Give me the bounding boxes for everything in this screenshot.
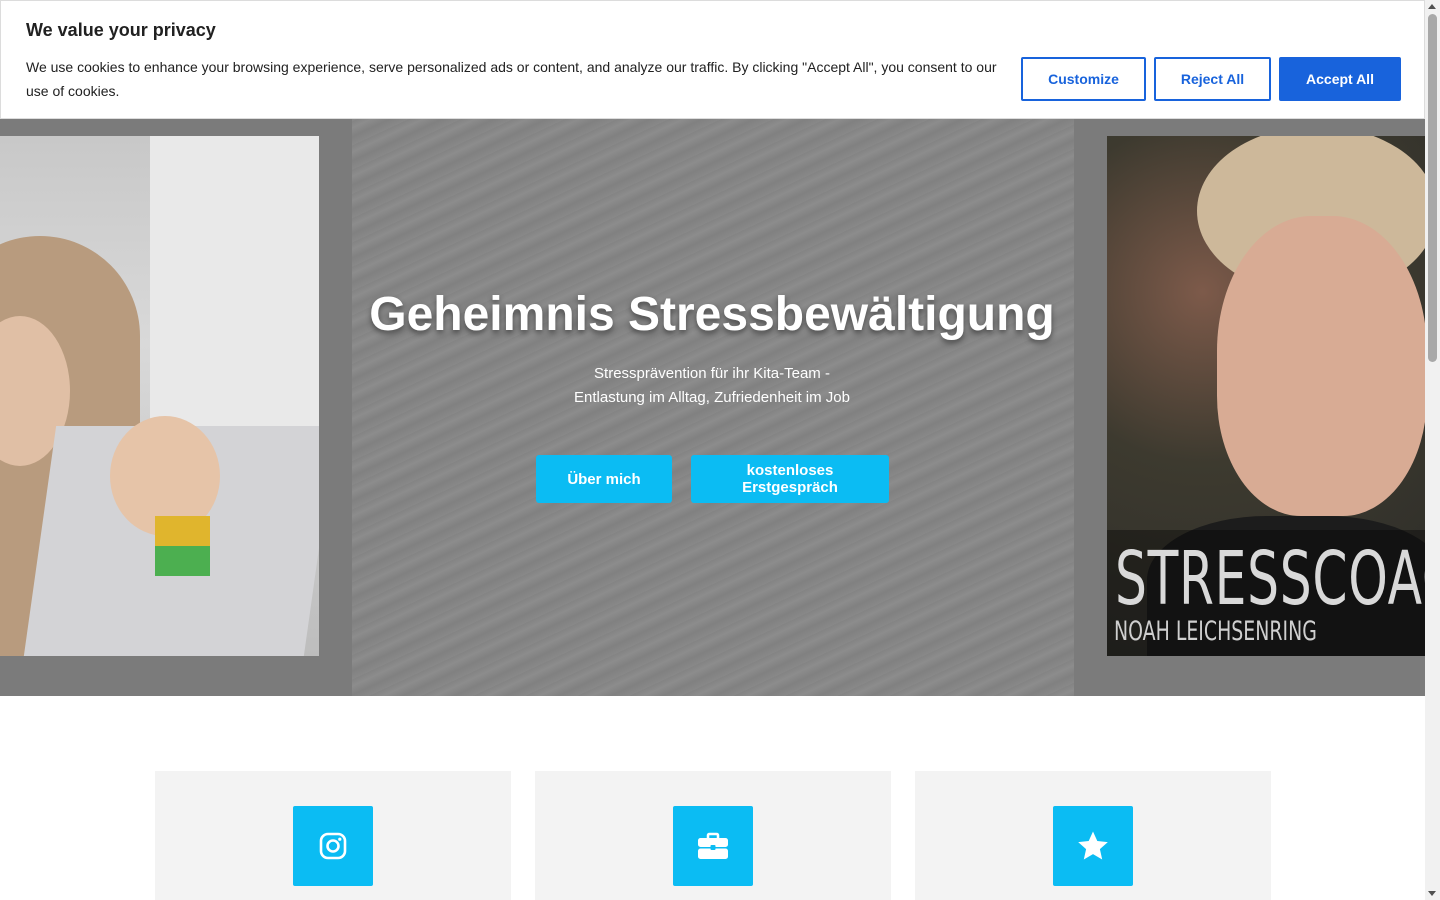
cookie-consent-banner: We value your privacy We use cookies to …: [0, 0, 1425, 119]
feature-card-star: [915, 771, 1271, 900]
hero-subtitle-line2: Entlastung im Alltag, Zufriedenheit im J…: [574, 389, 850, 406]
hero-title: Geheimnis Stressbewältigung: [369, 288, 1055, 341]
image-title-text: STRESSCOACH: [1115, 536, 1425, 622]
hero-image-coach-portrait: STRESSCOACH NOAH LEICHSENRING: [1107, 136, 1425, 656]
about-me-button[interactable]: Über mich: [536, 455, 672, 503]
feature-card-briefcase: [535, 771, 891, 900]
cookie-banner-text: We use cookies to enhance your browsing …: [26, 59, 997, 99]
briefcase-icon[interactable]: [673, 806, 753, 886]
cookie-banner-title: We value your privacy: [26, 20, 216, 40]
feature-card-instagram: [155, 771, 511, 900]
free-consultation-button[interactable]: kostenloses Erstgespräch: [691, 455, 889, 503]
image-face: [1217, 216, 1425, 516]
instagram-icon[interactable]: [293, 806, 373, 886]
hero-buttons: Über mich kostenloses Erstgespräch: [536, 455, 889, 503]
image-name-text: NOAH LEICHSENRING: [1114, 616, 1317, 647]
hero-subtitle-line1: Stressprävention für ihr Kita-Team -: [594, 365, 830, 382]
image-window: [150, 136, 319, 456]
vertical-scrollbar[interactable]: [1425, 0, 1440, 900]
hero-content: Geheimnis Stressbewältigung Stresspräven…: [312, 280, 1112, 503]
hero-subtitle: Stressprävention für ihr Kita-Team - Ent…: [312, 362, 1112, 410]
customize-button[interactable]: Customize: [1021, 57, 1146, 101]
accept-all-button[interactable]: Accept All: [1279, 57, 1401, 101]
image-toy-blocks: [155, 516, 210, 576]
hero-image-woman-child: [0, 136, 319, 656]
scroll-down-arrow-icon[interactable]: [1428, 891, 1436, 896]
scroll-up-arrow-icon[interactable]: [1428, 4, 1436, 9]
page: STRESSCOACH NOAH LEICHSENRING Geheimnis …: [0, 0, 1425, 900]
scrollbar-thumb[interactable]: [1428, 14, 1437, 362]
reject-all-button[interactable]: Reject All: [1154, 57, 1271, 101]
star-icon[interactable]: [1053, 806, 1133, 886]
feature-cards: [155, 771, 1271, 900]
